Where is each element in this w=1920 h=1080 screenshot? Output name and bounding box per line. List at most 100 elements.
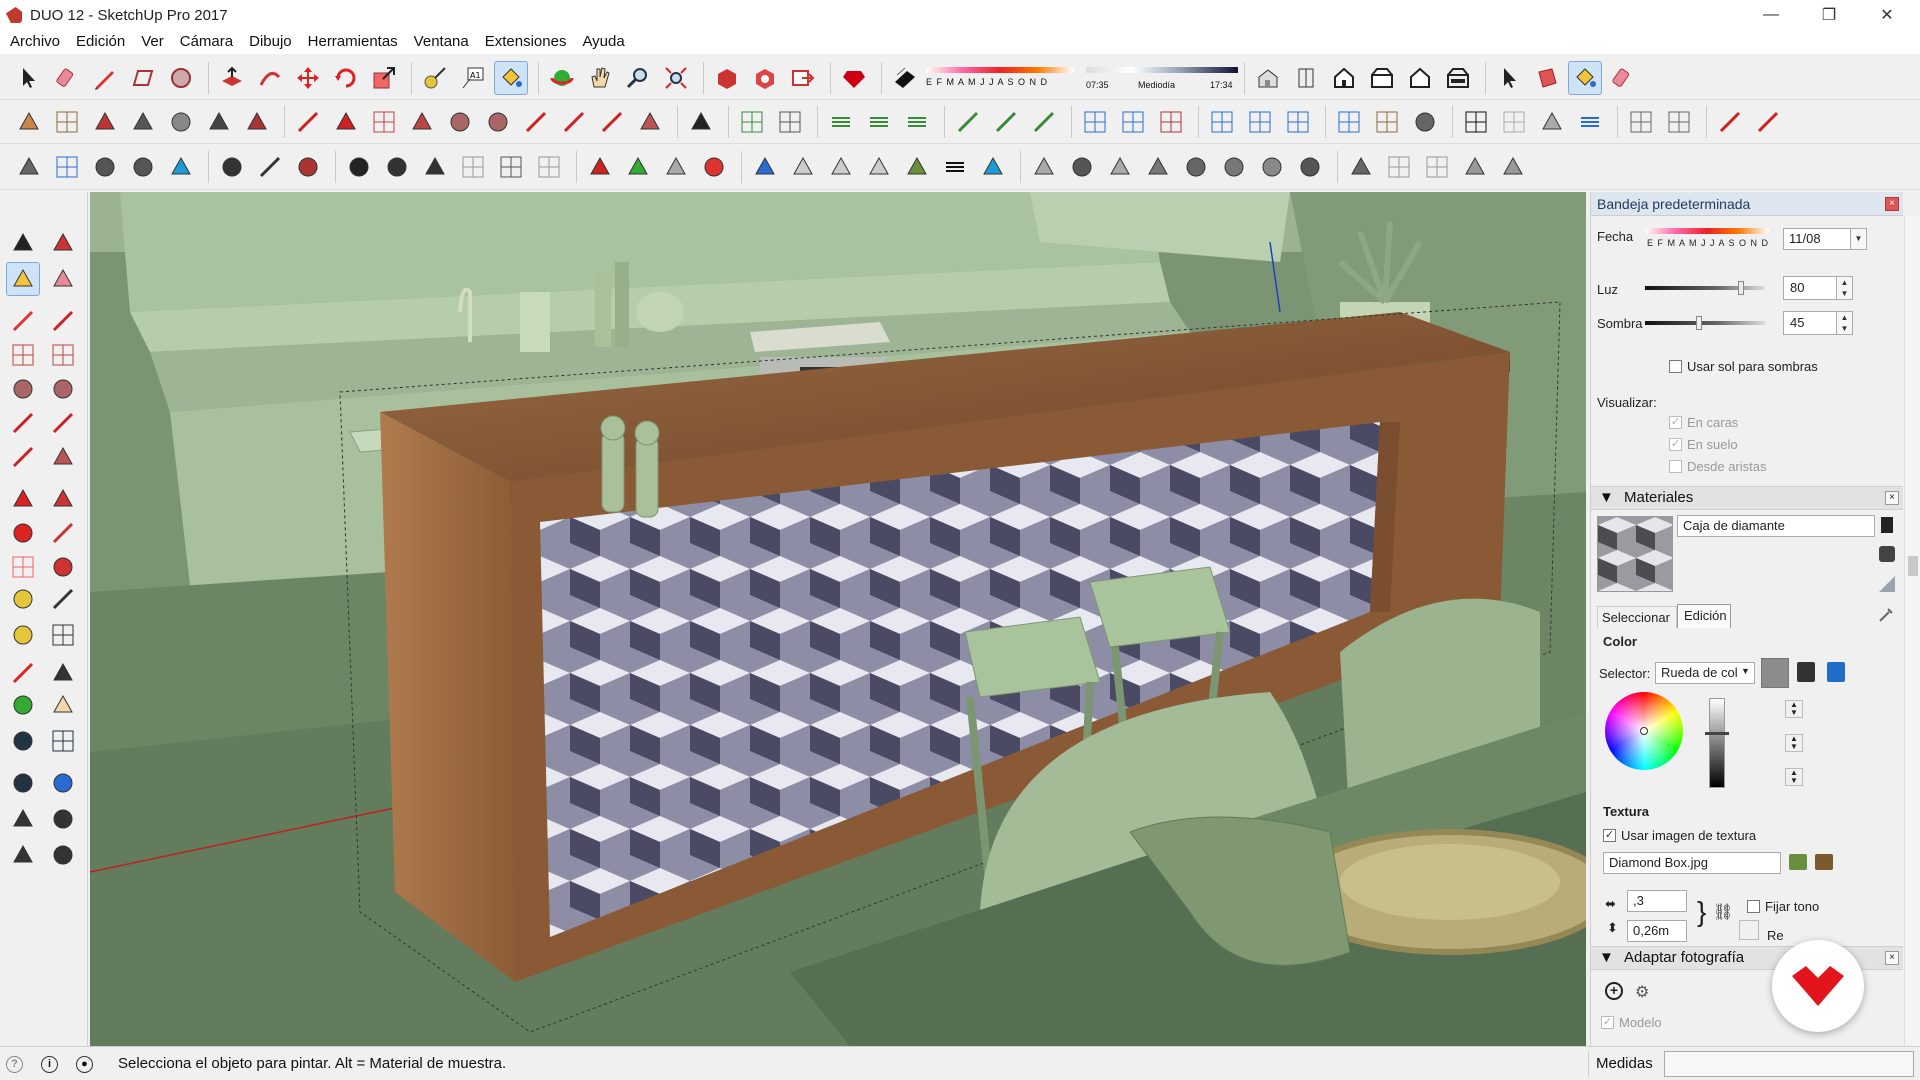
axes-button[interactable] <box>6 656 40 690</box>
extension-warehouse-button[interactable] <box>748 61 782 95</box>
chain-link-icon[interactable]: ⛓ <box>1713 902 1733 922</box>
grid-c-button[interactable] <box>1281 105 1315 139</box>
scale-button[interactable] <box>6 550 40 584</box>
menu-ventana[interactable]: Ventana <box>406 30 477 54</box>
from-edges-checkbox[interactable] <box>1669 460 1682 473</box>
layer-add-button[interactable] <box>862 105 896 139</box>
compass-button[interactable] <box>215 150 249 184</box>
section-fill-button[interactable] <box>1154 105 1188 139</box>
pie-button[interactable] <box>46 440 80 474</box>
make-component-button[interactable] <box>46 226 80 260</box>
arc-button[interactable] <box>6 406 40 440</box>
circle-button[interactable] <box>6 372 40 406</box>
shadows-toggle-button[interactable] <box>888 61 922 95</box>
dimension-button[interactable] <box>46 582 80 616</box>
layer-list-button[interactable] <box>900 105 934 139</box>
select-tool-button-2[interactable] <box>1492 61 1526 95</box>
right-view-button[interactable] <box>1365 61 1399 95</box>
close-view-button[interactable] <box>1751 105 1785 139</box>
fence-button[interactable] <box>1382 150 1416 184</box>
look-around-button[interactable] <box>46 802 80 836</box>
menu-extensiones[interactable]: Extensiones <box>477 30 575 54</box>
eraser-tool-button[interactable] <box>50 61 84 95</box>
shaded-button[interactable] <box>938 150 972 184</box>
three-point-arc-button[interactable] <box>595 105 629 139</box>
cloud-upload-button[interactable] <box>88 150 122 184</box>
date-input[interactable]: 11/08 <box>1783 228 1851 250</box>
eraser-tool-button-2[interactable] <box>1606 61 1640 95</box>
rectangle-button[interactable] <box>6 338 40 372</box>
match-photo-close-icon[interactable]: × <box>1885 951 1899 965</box>
brush-button[interactable] <box>1141 150 1175 184</box>
shade-spinner-icon[interactable]: ▲ ▼ <box>1837 311 1853 335</box>
sandbox-from-scratch-button[interactable] <box>50 105 84 139</box>
measures-input[interactable] <box>1664 1051 1914 1077</box>
sun-settings-button[interactable] <box>1179 150 1213 184</box>
move-button[interactable] <box>6 482 40 516</box>
zoom-window-button[interactable] <box>46 724 80 758</box>
circle-button[interactable] <box>443 105 477 139</box>
menu-ver[interactable]: Ver <box>133 30 172 54</box>
drawing-viewport[interactable] <box>90 192 1586 1046</box>
orbit-button[interactable] <box>6 688 40 722</box>
edit-texture-icon[interactable] <box>1815 854 1833 870</box>
solid-outer-shell-button[interactable] <box>735 105 769 139</box>
section-cut-button[interactable] <box>1116 105 1150 139</box>
push-pull-button[interactable] <box>46 482 80 516</box>
pan-button[interactable] <box>583 61 617 95</box>
date-gradient-bar[interactable] <box>1645 228 1769 234</box>
saturation-spinner-icon[interactable]: ▲ ▼ <box>1785 734 1803 752</box>
hand-bell-button[interactable] <box>418 150 452 184</box>
line-button[interactable] <box>291 105 325 139</box>
light-spinner-icon[interactable]: ▲ ▼ <box>1837 276 1853 300</box>
zoom-button[interactable] <box>621 61 655 95</box>
scene-2-button[interactable] <box>697 150 731 184</box>
top-view-button[interactable] <box>1289 61 1323 95</box>
tape-measure-button[interactable] <box>418 61 452 95</box>
ruby-console-button[interactable] <box>837 61 871 95</box>
wireframe-button[interactable] <box>862 150 896 184</box>
tab-select[interactable]: Seleccionar <box>1597 606 1677 628</box>
position-camera-button[interactable] <box>6 802 40 836</box>
follow-me-button[interactable] <box>46 516 80 550</box>
grass-button[interactable] <box>1458 150 1492 184</box>
zoom-button[interactable] <box>6 724 40 758</box>
menu-ayuda[interactable]: Ayuda <box>574 30 632 54</box>
shade-value-input[interactable]: 45 <box>1783 311 1837 335</box>
dim-line-button[interactable] <box>951 105 985 139</box>
globe-button[interactable] <box>1255 150 1289 184</box>
remove-button[interactable] <box>1713 105 1747 139</box>
menu-archivo[interactable]: Archivo <box>2 30 68 54</box>
shaded-textures-button[interactable] <box>976 150 1010 184</box>
cone-button[interactable] <box>1103 150 1137 184</box>
light-slider[interactable] <box>1645 286 1765 290</box>
lamp-button[interactable] <box>1065 150 1099 184</box>
check-in-button[interactable] <box>50 150 84 184</box>
shade-slider[interactable] <box>1645 321 1765 325</box>
credits-icon[interactable]: i <box>41 1056 58 1073</box>
face-style-b-button[interactable] <box>786 150 820 184</box>
photo-texture-button[interactable] <box>1408 105 1442 139</box>
shadow-date-slider[interactable]: E F M A M J J A S O N D <box>926 61 1074 95</box>
zoom-extents-button[interactable] <box>659 61 693 95</box>
flip-edge-button[interactable] <box>240 105 274 139</box>
drape-button[interactable] <box>164 105 198 139</box>
rectangle-button[interactable] <box>367 105 401 139</box>
paint-bucket-button[interactable] <box>6 262 40 296</box>
scroll-thumb[interactable] <box>1908 556 1918 576</box>
match-color-icon[interactable] <box>1827 662 1845 682</box>
fix-hue-checkbox[interactable] <box>1747 900 1760 913</box>
texture-file-input[interactable]: Diamond Box.jpg <box>1603 852 1781 874</box>
text-button[interactable] <box>46 618 80 652</box>
circle-tool-button[interactable] <box>164 61 198 95</box>
reset-color-button[interactable] <box>1739 920 1759 940</box>
front-view-button[interactable] <box>1327 61 1361 95</box>
tray-scrollbar[interactable] <box>1904 216 1920 1046</box>
house-roof-button[interactable] <box>1027 150 1061 184</box>
style-toggle-button[interactable] <box>1459 105 1493 139</box>
line-button[interactable] <box>6 304 40 338</box>
paint-bucket-button-2[interactable] <box>1568 60 1602 95</box>
shapes-dropdown-button[interactable] <box>126 61 160 95</box>
split-view-2-button[interactable] <box>1662 105 1696 139</box>
tape-measure-button[interactable] <box>6 582 40 616</box>
